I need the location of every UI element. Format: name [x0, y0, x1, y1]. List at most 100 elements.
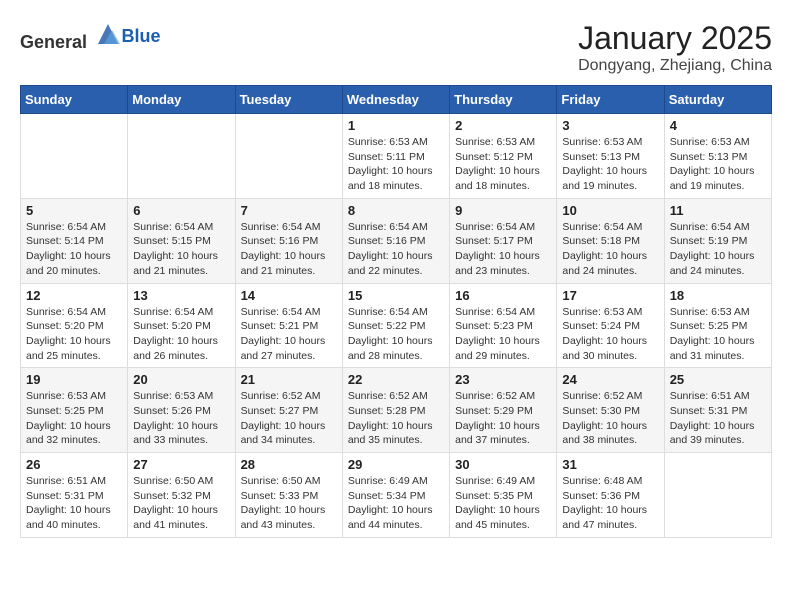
- day-number: 26: [26, 457, 122, 472]
- day-info: Sunrise: 6:54 AM Sunset: 5:14 PM Dayligh…: [26, 220, 122, 279]
- day-number: 19: [26, 372, 122, 387]
- logo-general: General: [20, 32, 87, 52]
- calendar-cell: 28Sunrise: 6:50 AM Sunset: 5:33 PM Dayli…: [235, 453, 342, 538]
- day-number: 29: [348, 457, 444, 472]
- day-info: Sunrise: 6:53 AM Sunset: 5:11 PM Dayligh…: [348, 135, 444, 194]
- day-info: Sunrise: 6:50 AM Sunset: 5:32 PM Dayligh…: [133, 474, 229, 533]
- calendar-cell: 7 Sunrise: 6:54 AM Sunset: 5:16 PM Daylig…: [235, 198, 342, 283]
- day-number: 15: [348, 288, 444, 303]
- day-info: Sunrise: 6:52 AM Sunset: 5:30 PM Dayligh…: [562, 389, 658, 448]
- calendar-cell: 2 Sunrise: 6:53 AM Sunset: 5:12 PM Daylig…: [450, 114, 557, 199]
- calendar-cell: 4Sunrise: 6:53 AM Sunset: 5:13 PM Daylig…: [664, 114, 771, 199]
- day-info: Sunrise: 6:54 AM Sunset: 5:18 PM Dayligh…: [562, 220, 658, 279]
- day-info: Sunrise: 6:52 AM Sunset: 5:28 PM Dayligh…: [348, 389, 444, 448]
- day-info: Sunrise: 6:53 AM Sunset: 5:25 PM Dayligh…: [26, 389, 122, 448]
- calendar-week-row: 5Sunrise: 6:54 AM Sunset: 5:14 PM Daylig…: [21, 198, 772, 283]
- day-number: 7: [241, 203, 337, 218]
- calendar-cell: 26 Sunrise: 6:51 AM Sunset: 5:31 PM Dayli…: [21, 453, 128, 538]
- day-number: 3: [562, 118, 658, 133]
- calendar-cell: 20 Sunrise: 6:53 AM Sunset: 5:26 PM Dayli…: [128, 368, 235, 453]
- day-number: 16: [455, 288, 551, 303]
- weekday-header-saturday: Saturday: [664, 86, 771, 114]
- day-info: Sunrise: 6:52 AM Sunset: 5:29 PM Dayligh…: [455, 389, 551, 448]
- calendar-cell: 12Sunrise: 6:54 AM Sunset: 5:20 PM Dayli…: [21, 283, 128, 368]
- calendar-cell: 31 Sunrise: 6:48 AM Sunset: 5:36 PM Dayli…: [557, 453, 664, 538]
- day-info: Sunrise: 6:54 AM Sunset: 5:20 PM Dayligh…: [133, 305, 229, 364]
- day-info: Sunrise: 6:54 AM Sunset: 5:21 PM Dayligh…: [241, 305, 337, 364]
- calendar-cell: 5Sunrise: 6:54 AM Sunset: 5:14 PM Daylig…: [21, 198, 128, 283]
- calendar-cell: [664, 453, 771, 538]
- location-title: Dongyang, Zhejiang, China: [578, 57, 772, 75]
- day-info: Sunrise: 6:54 AM Sunset: 5:16 PM Dayligh…: [241, 220, 337, 279]
- day-info: Sunrise: 6:53 AM Sunset: 5:13 PM Dayligh…: [562, 135, 658, 194]
- day-info: Sunrise: 6:53 AM Sunset: 5:26 PM Dayligh…: [133, 389, 229, 448]
- weekday-header-monday: Monday: [128, 86, 235, 114]
- day-number: 25: [670, 372, 766, 387]
- calendar-cell: 29 Sunrise: 6:49 AM Sunset: 5:34 PM Dayli…: [342, 453, 449, 538]
- calendar-cell: 19 Sunrise: 6:53 AM Sunset: 5:25 PM Dayli…: [21, 368, 128, 453]
- month-title: January 2025: [578, 20, 772, 57]
- day-info: Sunrise: 6:53 AM Sunset: 5:13 PM Dayligh…: [670, 135, 766, 194]
- day-info: Sunrise: 6:51 AM Sunset: 5:31 PM Dayligh…: [26, 474, 122, 533]
- day-number: 2: [455, 118, 551, 133]
- day-info: Sunrise: 6:54 AM Sunset: 5:15 PM Dayligh…: [133, 220, 229, 279]
- day-info: Sunrise: 6:53 AM Sunset: 5:12 PM Dayligh…: [455, 135, 551, 194]
- day-info: Sunrise: 6:54 AM Sunset: 5:20 PM Dayligh…: [26, 305, 122, 364]
- day-info: Sunrise: 6:54 AM Sunset: 5:16 PM Dayligh…: [348, 220, 444, 279]
- day-info: Sunrise: 6:49 AM Sunset: 5:35 PM Dayligh…: [455, 474, 551, 533]
- calendar-cell: 18 Sunrise: 6:53 AM Sunset: 5:25 PM Dayli…: [664, 283, 771, 368]
- logo: General Blue: [20, 20, 161, 53]
- calendar-table: SundayMondayTuesdayWednesdayThursdayFrid…: [20, 85, 772, 538]
- weekday-header-sunday: Sunday: [21, 86, 128, 114]
- day-number: 6: [133, 203, 229, 218]
- day-info: Sunrise: 6:52 AM Sunset: 5:27 PM Dayligh…: [241, 389, 337, 448]
- weekday-header-row: SundayMondayTuesdayWednesdayThursdayFrid…: [21, 86, 772, 114]
- day-info: Sunrise: 6:48 AM Sunset: 5:36 PM Dayligh…: [562, 474, 658, 533]
- day-number: 20: [133, 372, 229, 387]
- calendar-cell: 30Sunrise: 6:49 AM Sunset: 5:35 PM Dayli…: [450, 453, 557, 538]
- calendar-cell: [235, 114, 342, 199]
- calendar-cell: 10 Sunrise: 6:54 AM Sunset: 5:18 PM Dayli…: [557, 198, 664, 283]
- day-number: 10: [562, 203, 658, 218]
- calendar-cell: 23 Sunrise: 6:52 AM Sunset: 5:29 PM Dayli…: [450, 368, 557, 453]
- calendar-cell: 3 Sunrise: 6:53 AM Sunset: 5:13 PM Daylig…: [557, 114, 664, 199]
- calendar-cell: 14 Sunrise: 6:54 AM Sunset: 5:21 PM Dayli…: [235, 283, 342, 368]
- calendar-cell: 6 Sunrise: 6:54 AM Sunset: 5:15 PM Daylig…: [128, 198, 235, 283]
- calendar-cell: 8 Sunrise: 6:54 AM Sunset: 5:16 PM Daylig…: [342, 198, 449, 283]
- day-number: 24: [562, 372, 658, 387]
- weekday-header-tuesday: Tuesday: [235, 86, 342, 114]
- day-number: 21: [241, 372, 337, 387]
- day-number: 11: [670, 203, 766, 218]
- day-number: 8: [348, 203, 444, 218]
- calendar-cell: 15Sunrise: 6:54 AM Sunset: 5:22 PM Dayli…: [342, 283, 449, 368]
- day-info: Sunrise: 6:53 AM Sunset: 5:24 PM Dayligh…: [562, 305, 658, 364]
- calendar-week-row: 19 Sunrise: 6:53 AM Sunset: 5:25 PM Dayli…: [21, 368, 772, 453]
- weekday-header-thursday: Thursday: [450, 86, 557, 114]
- day-info: Sunrise: 6:51 AM Sunset: 5:31 PM Dayligh…: [670, 389, 766, 448]
- day-number: 14: [241, 288, 337, 303]
- day-number: 18: [670, 288, 766, 303]
- day-info: Sunrise: 6:54 AM Sunset: 5:19 PM Dayligh…: [670, 220, 766, 279]
- calendar-cell: 22Sunrise: 6:52 AM Sunset: 5:28 PM Dayli…: [342, 368, 449, 453]
- day-number: 1: [348, 118, 444, 133]
- calendar-week-row: 1 Sunrise: 6:53 AM Sunset: 5:11 PM Daylig…: [21, 114, 772, 199]
- weekday-header-friday: Friday: [557, 86, 664, 114]
- title-section: January 2025 Dongyang, Zhejiang, China: [578, 20, 772, 75]
- day-number: 31: [562, 457, 658, 472]
- calendar-cell: 25 Sunrise: 6:51 AM Sunset: 5:31 PM Dayli…: [664, 368, 771, 453]
- calendar-cell: 9Sunrise: 6:54 AM Sunset: 5:17 PM Daylig…: [450, 198, 557, 283]
- day-number: 9: [455, 203, 551, 218]
- day-number: 23: [455, 372, 551, 387]
- calendar-cell: 16Sunrise: 6:54 AM Sunset: 5:23 PM Dayli…: [450, 283, 557, 368]
- logo-blue: Blue: [122, 26, 161, 46]
- logo-icon: [94, 20, 122, 48]
- weekday-header-wednesday: Wednesday: [342, 86, 449, 114]
- day-info: Sunrise: 6:49 AM Sunset: 5:34 PM Dayligh…: [348, 474, 444, 533]
- day-number: 27: [133, 457, 229, 472]
- calendar-cell: 21 Sunrise: 6:52 AM Sunset: 5:27 PM Dayli…: [235, 368, 342, 453]
- day-number: 13: [133, 288, 229, 303]
- day-number: 17: [562, 288, 658, 303]
- day-info: Sunrise: 6:50 AM Sunset: 5:33 PM Dayligh…: [241, 474, 337, 533]
- calendar-cell: 27 Sunrise: 6:50 AM Sunset: 5:32 PM Dayli…: [128, 453, 235, 538]
- day-info: Sunrise: 6:53 AM Sunset: 5:25 PM Dayligh…: [670, 305, 766, 364]
